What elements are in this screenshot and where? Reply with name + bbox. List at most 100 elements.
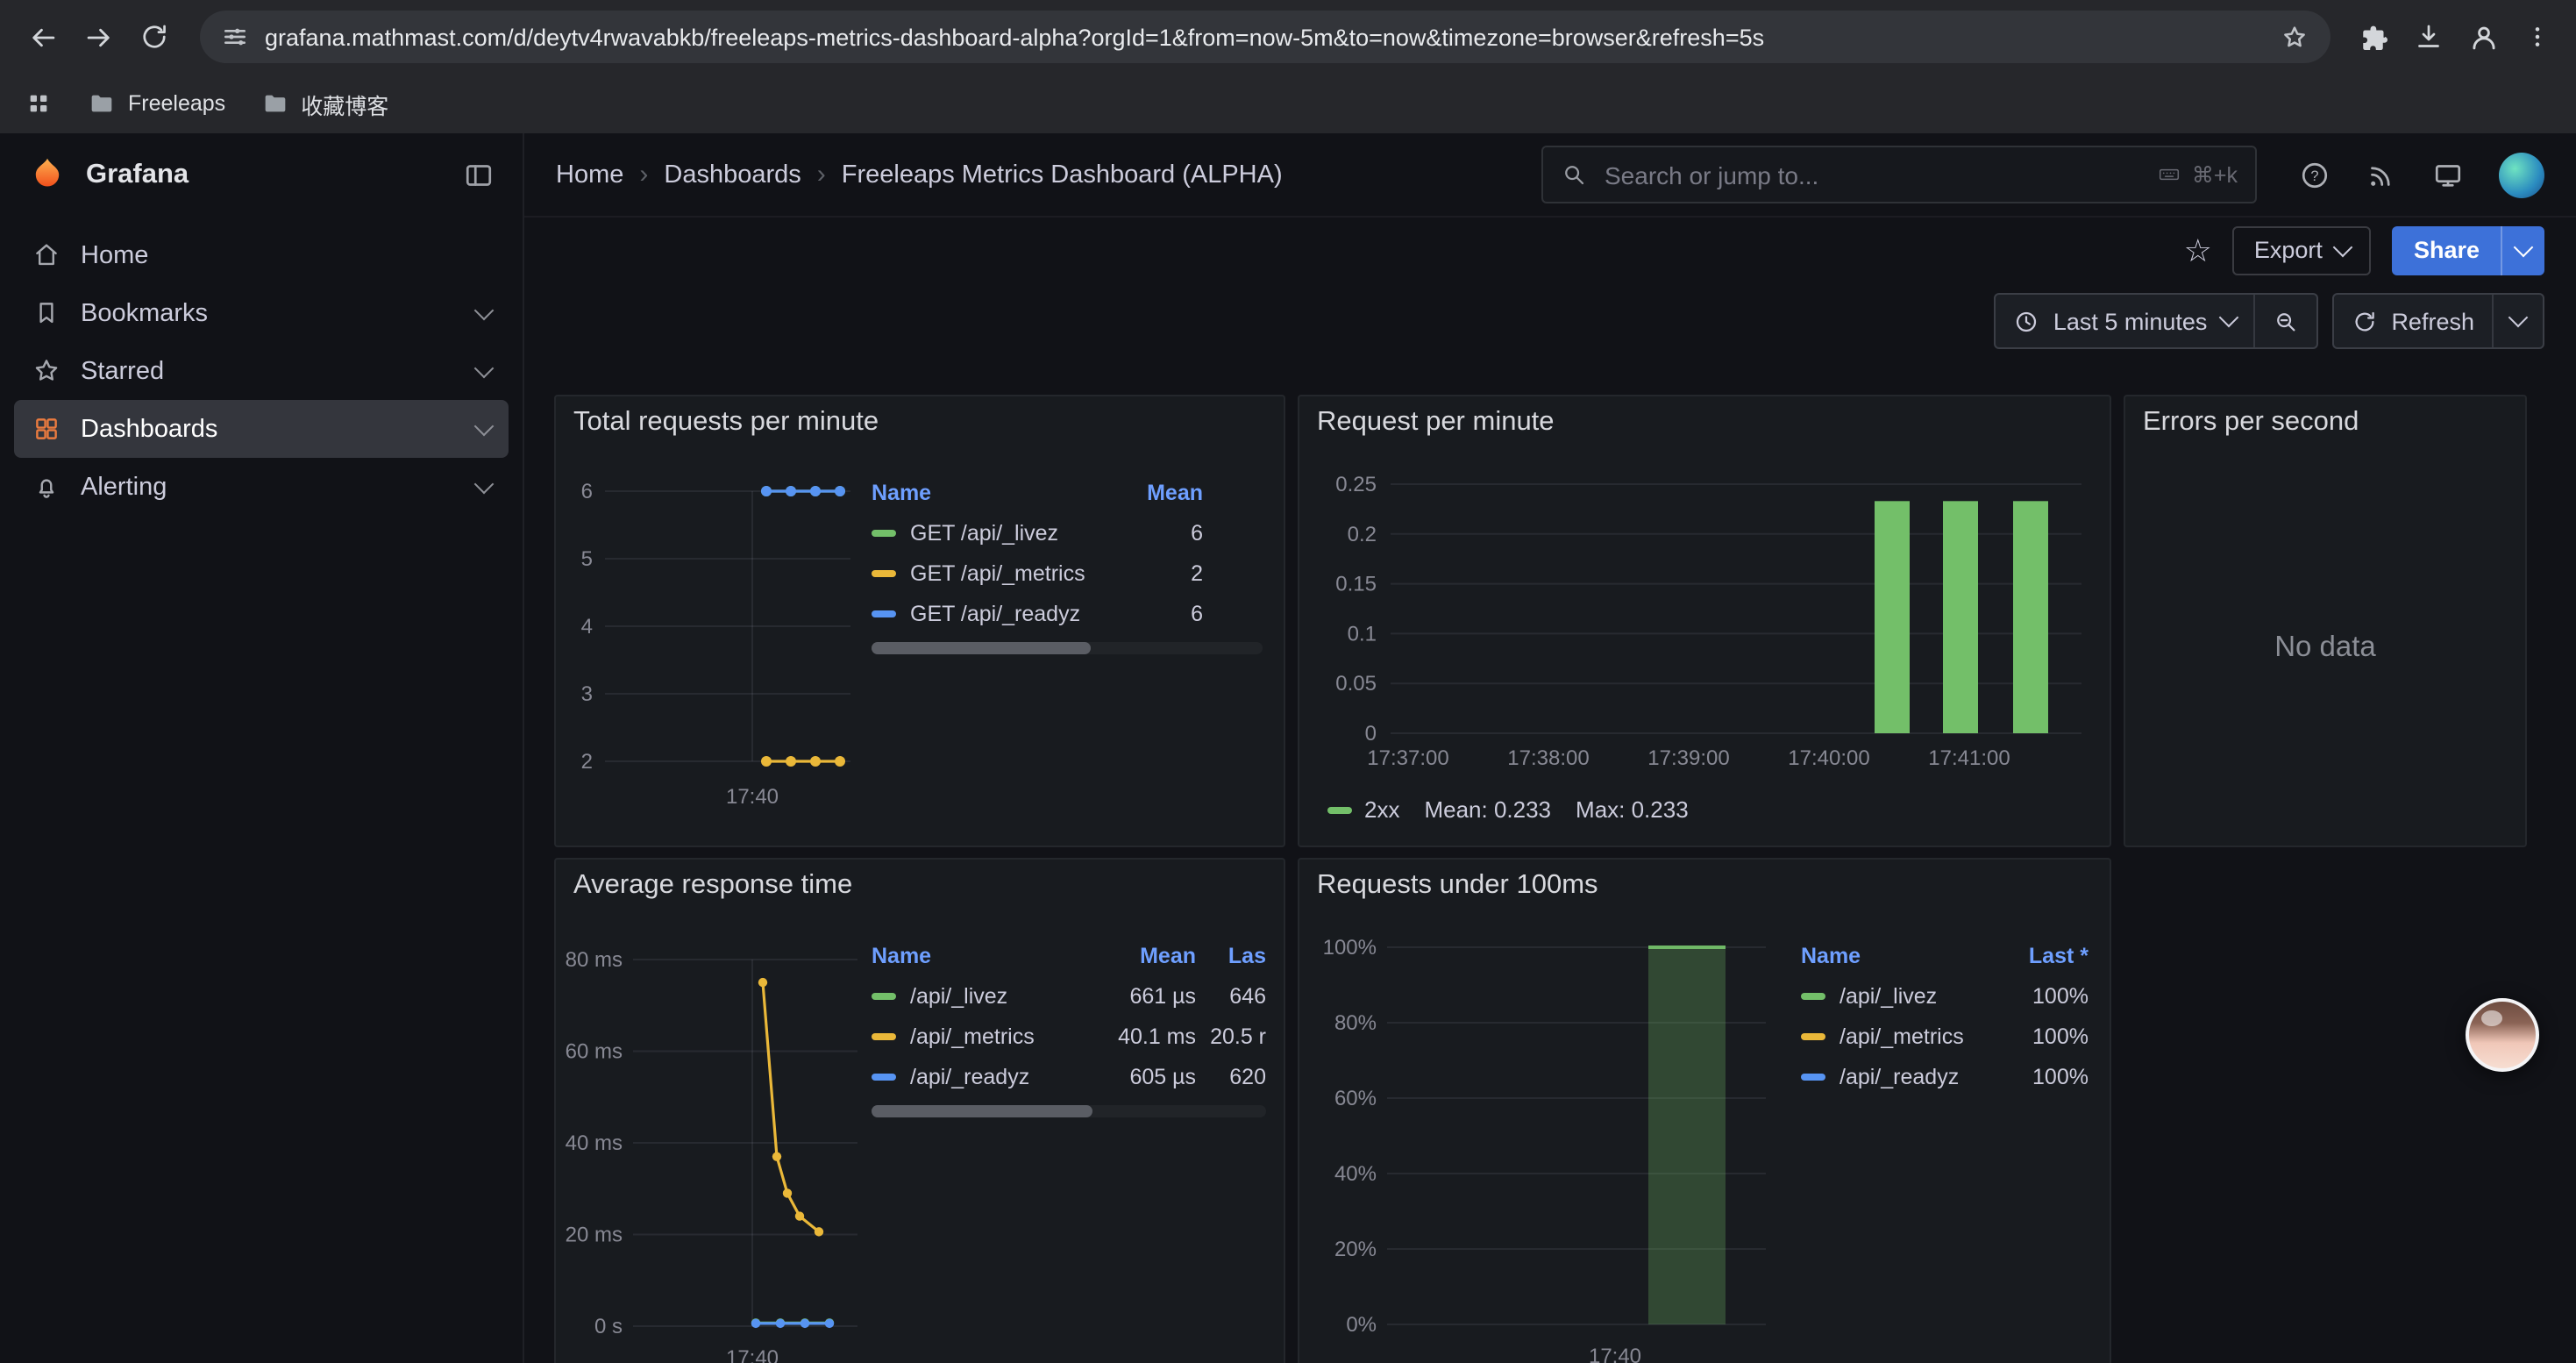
extensions-icon[interactable] (2359, 21, 2390, 53)
bookmark-folder-freeleaps[interactable]: Freeleaps (88, 89, 225, 118)
scrollbar-thumb[interactable] (872, 642, 1091, 654)
bookmark-folder-blogs[interactable]: 收藏博客 (260, 87, 388, 120)
legend-row[interactable]: GET /api/_metrics 2 (872, 553, 1263, 593)
legend-row[interactable]: /api/_livez 661 µs 646 (872, 975, 1266, 1016)
legend-row[interactable]: /api/_metrics 40.1 ms 20.5 r (872, 1016, 1266, 1056)
svg-text:6: 6 (581, 480, 593, 503)
share-dropdown-button[interactable] (2501, 225, 2544, 275)
bookmark-label: 收藏博客 (301, 87, 388, 120)
sidebar-item-label: Starred (81, 357, 164, 385)
legend-header-last[interactable]: Last * (2004, 944, 2089, 968)
legend-header-last[interactable]: Las (1196, 944, 1266, 968)
panel-title[interactable]: Average response time (556, 860, 1284, 912)
svg-text:0.25: 0.25 (1335, 473, 1377, 496)
search-bar[interactable]: ⌘+k (1541, 146, 2257, 203)
svg-text:17:40:00: 17:40:00 (1788, 746, 1869, 770)
favorite-star-icon[interactable]: ☆ (2184, 234, 2212, 266)
apps-grid-icon[interactable] (25, 89, 53, 118)
legend-line[interactable]: 2xx Mean: 0.233 Max: 0.233 (1327, 796, 1689, 823)
line-chart[interactable]: 6543217:40 (563, 463, 872, 817)
profile-icon[interactable] (2467, 20, 2501, 54)
legend-table: Name Mean GET /api/_livez 6 GET /api/_me… (872, 474, 1263, 654)
legend-row[interactable]: GET /api/_readyz 6 (872, 593, 1263, 633)
site-settings-icon[interactable] (221, 23, 249, 51)
legend-row[interactable]: /api/_readyz 605 µs 620 (872, 1056, 1266, 1096)
sidebar-item-alerting[interactable]: Alerting (14, 458, 509, 516)
legend-row[interactable]: GET /api/_livez 6 (872, 512, 1263, 553)
forward-button[interactable] (74, 12, 123, 61)
share-label[interactable]: Share (2393, 225, 2501, 275)
sidebar-item-home[interactable]: Home (14, 226, 509, 284)
panel-title[interactable]: Request per minute (1299, 396, 2110, 449)
time-range-picker[interactable]: Last 5 minutes (1996, 295, 2253, 347)
legend-header-mean[interactable]: Mean (1112, 481, 1203, 505)
chevron-down-icon[interactable] (474, 416, 495, 436)
series-color-swatch (1801, 1073, 1825, 1080)
chevron-down-icon[interactable] (474, 300, 495, 320)
sidebar-item-starred[interactable]: Starred (14, 342, 509, 400)
series-color-swatch (872, 1032, 896, 1039)
bar-chart[interactable]: 0.250.20.150.10.05017:37:0017:38:0017:39… (1310, 460, 2099, 786)
sidebar-nav: Home Bookmarks Starred Dashboards (0, 216, 523, 526)
sidebar-item-label: Home (81, 241, 148, 269)
legend-row[interactable]: /api/_livez 100% (1801, 975, 2089, 1016)
export-button[interactable]: Export (2233, 225, 2372, 275)
refresh-interval-dropdown[interactable] (2492, 295, 2543, 347)
panel-title[interactable]: Errors per second (2125, 396, 2525, 449)
series-name[interactable]: 2xx (1364, 796, 1399, 823)
legend-row[interactable]: /api/_readyz 100% (1801, 1056, 2089, 1096)
chevron-down-icon[interactable] (474, 358, 495, 378)
legend-header-name[interactable]: Name (1801, 944, 2004, 968)
url-bar[interactable]: grafana.mathmast.com/d/deytv4rwavabkb/fr… (200, 11, 2330, 63)
line-chart[interactable]: 80 ms60 ms40 ms20 ms0 s17:40 (559, 926, 868, 1363)
svg-text:17:39:00: 17:39:00 (1647, 746, 1729, 770)
clock-icon (2013, 308, 2039, 334)
downloads-icon[interactable] (2413, 21, 2444, 53)
brand-name[interactable]: Grafana (86, 159, 189, 190)
legend-header-name[interactable]: Name (872, 481, 1112, 505)
sidebar-item-bookmarks[interactable]: Bookmarks (14, 284, 509, 342)
grafana-logo-icon[interactable] (28, 155, 67, 194)
refresh-button[interactable]: Refresh (2333, 295, 2492, 347)
svg-text:17:40: 17:40 (1589, 1345, 1641, 1363)
series-color-swatch (872, 992, 896, 999)
svg-text:?: ? (2310, 168, 2318, 183)
legend-row[interactable]: /api/_metrics 100% (1801, 1016, 2089, 1056)
share-button[interactable]: Share (2393, 225, 2544, 275)
panel-title[interactable]: Total requests per minute (556, 396, 1284, 449)
legend-scrollbar[interactable] (872, 1105, 1266, 1117)
help-icon[interactable]: ? (2299, 159, 2330, 190)
breadcrumb-dashboards[interactable]: Dashboards (664, 161, 801, 189)
svg-text:0: 0 (1365, 722, 1377, 746)
url-text[interactable]: grafana.mathmast.com/d/deytv4rwavabkb/fr… (265, 24, 2264, 50)
chevron-down-icon[interactable] (474, 474, 495, 494)
menu-kebab-icon[interactable] (2523, 23, 2551, 51)
sidebar-collapse-button[interactable] (463, 159, 495, 190)
svg-text:5: 5 (581, 547, 593, 571)
chevron-down-icon (2514, 237, 2534, 257)
scrollbar-thumb[interactable] (872, 1105, 1092, 1117)
monitor-icon[interactable] (2432, 159, 2464, 190)
refresh-group: Refresh (2331, 293, 2544, 349)
bar-chart[interactable]: 100%80%60%40%20%0%17:40 (1306, 926, 1783, 1363)
bookmarks-bar: Freeleaps 收藏博客 (0, 74, 2576, 135)
rss-icon[interactable] (2366, 159, 2397, 190)
folder-icon (88, 89, 116, 118)
assistant-avatar[interactable] (2466, 998, 2539, 1072)
legend-header-mean[interactable]: Mean (1094, 944, 1196, 968)
legend-scrollbar[interactable] (872, 642, 1263, 654)
panel-title[interactable]: Requests under 100ms (1299, 860, 2110, 912)
legend-header-name[interactable]: Name (872, 944, 1094, 968)
breadcrumb-home[interactable]: Home (556, 161, 623, 189)
breadcrumb-current: Freeleaps Metrics Dashboard (ALPHA) (842, 161, 1283, 189)
legend-table: Name Last * /api/_livez 100% /api/_metri… (1801, 937, 2089, 1096)
svg-text:100%: 100% (1323, 936, 1377, 960)
reload-button[interactable] (130, 12, 179, 61)
bookmark-star-icon[interactable] (2280, 22, 2309, 52)
back-button[interactable] (18, 12, 67, 61)
sidebar-item-dashboards[interactable]: Dashboards (14, 400, 509, 458)
user-avatar[interactable] (2499, 152, 2544, 197)
search-input[interactable] (1601, 159, 2141, 190)
zoom-out-button[interactable] (2252, 295, 2316, 347)
back-icon (25, 20, 59, 54)
